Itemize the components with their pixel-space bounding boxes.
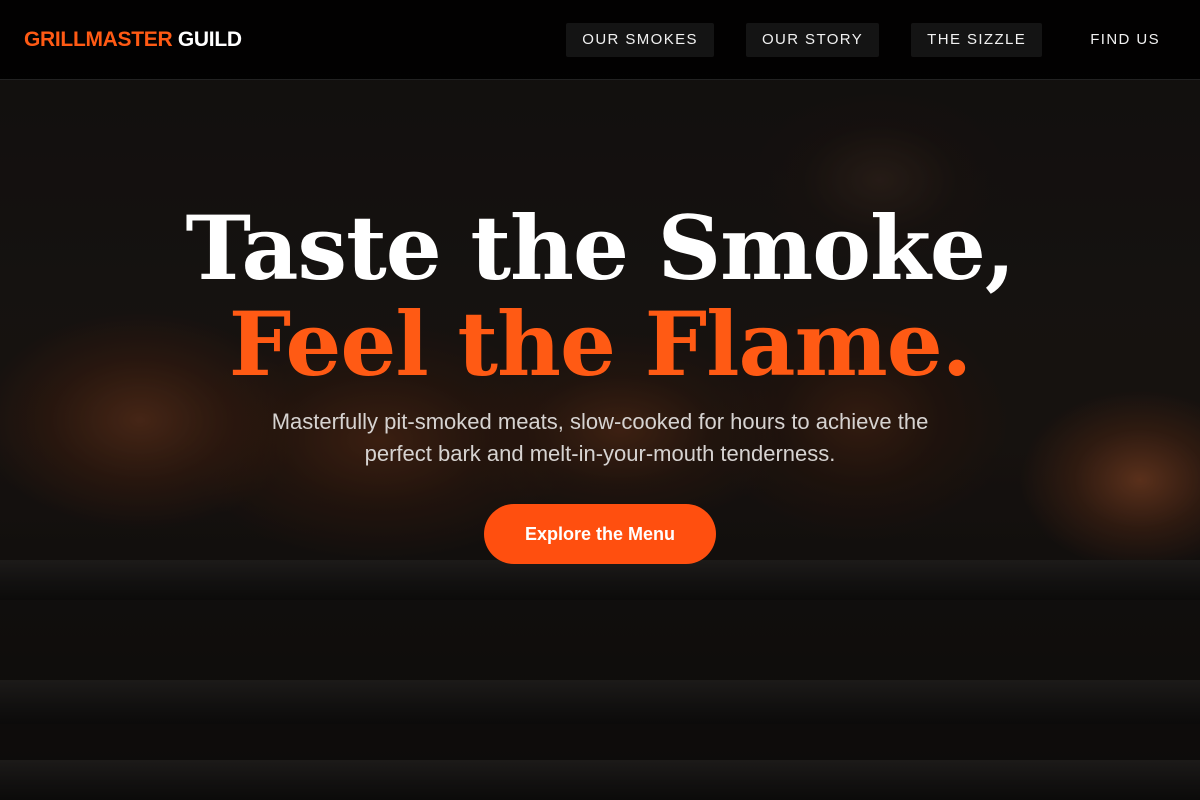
hero-subtext: Masterfully pit-smoked meats, slow-cooke… xyxy=(271,409,929,466)
brand-logo[interactable]: GRILLMASTER GUILD xyxy=(24,28,242,52)
nav-link-our-smokes[interactable]: OUR SMOKES xyxy=(566,22,714,57)
main-nav: OUR SMOKES OUR STORY THE SIZZLE FIND US xyxy=(566,22,1176,57)
top-navbar: GRILLMASTER GUILD OUR SMOKES OUR STORY T… xyxy=(0,0,1200,80)
hero-section: Taste the Smoke, Feel the Flame. Masterf… xyxy=(0,200,1200,564)
hero-headline-line1: Taste the Smoke, xyxy=(185,196,1015,300)
nav-link-our-story[interactable]: OUR STORY xyxy=(745,22,880,57)
brand-name-rest: GUILD xyxy=(172,27,242,51)
nav-link-the-sizzle[interactable]: THE SIZZLE xyxy=(911,22,1043,57)
explore-menu-button[interactable]: Explore the Menu xyxy=(484,504,716,564)
hero-headline-line2: Feel the Flame. xyxy=(228,292,973,396)
hero-headline: Taste the Smoke, Feel the Flame. xyxy=(0,200,1200,392)
nav-link-find-us[interactable]: FIND US xyxy=(1074,23,1176,57)
brand-name-accent: GRILLMASTER xyxy=(24,27,173,51)
